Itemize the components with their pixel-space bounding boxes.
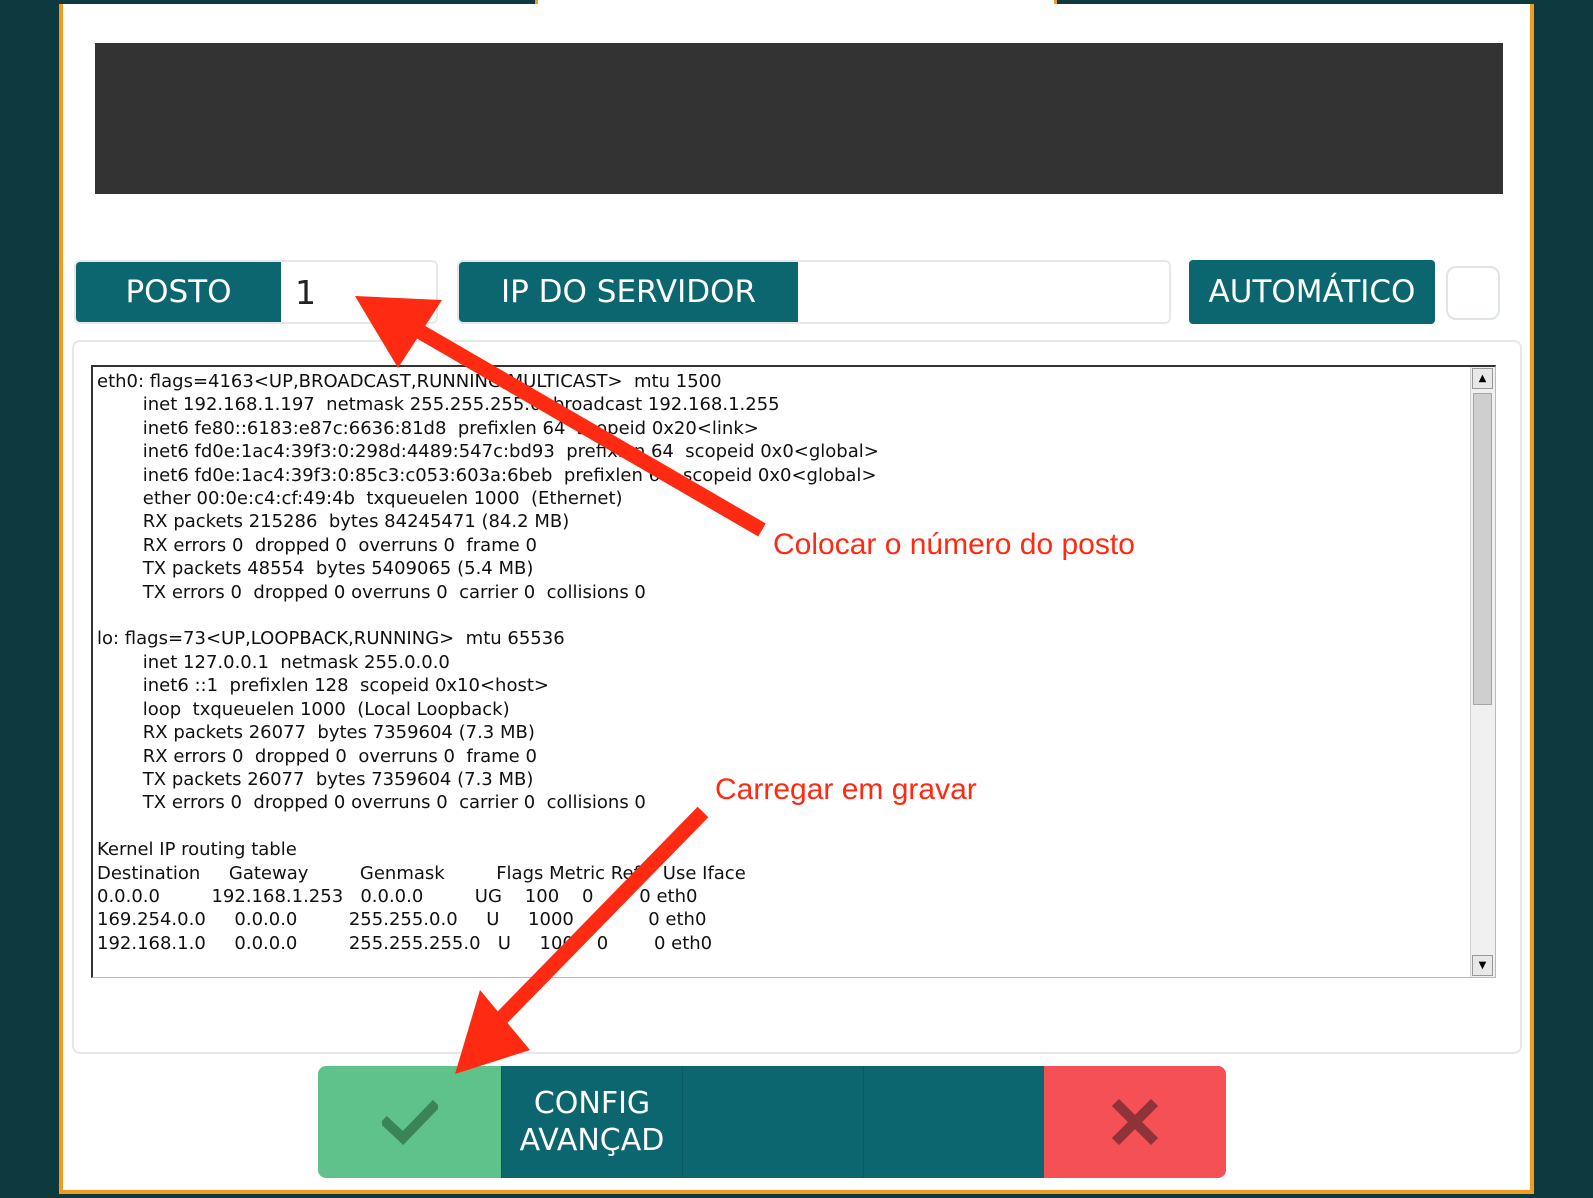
arrow-to-confirm <box>455 806 709 1074</box>
annotation-arrows <box>355 296 766 1074</box>
arrow-to-posto <box>355 296 766 537</box>
